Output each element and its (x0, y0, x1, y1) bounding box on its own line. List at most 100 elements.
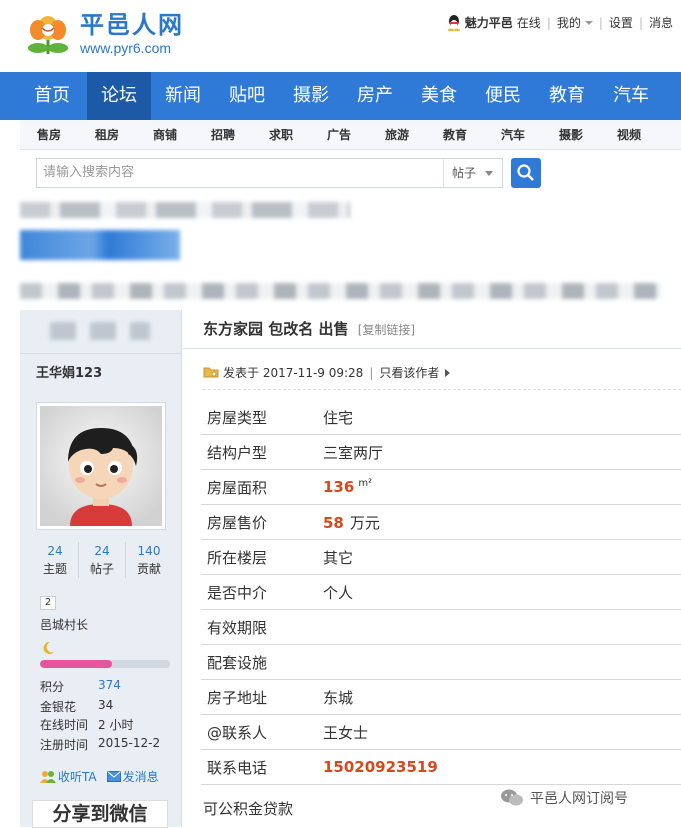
subnav-item-education[interactable]: 教育 (426, 126, 484, 143)
info-row-honeysuckle: 金银花 34 (40, 698, 113, 715)
table-row: 房屋售价 58 万元 (201, 505, 681, 540)
settings-link[interactable]: 设置 (609, 14, 633, 31)
envelope-icon (106, 771, 121, 782)
chevron-down-icon (485, 171, 493, 176)
area-number: 136 (323, 478, 355, 496)
nav-item-food[interactable]: 美食 (407, 72, 471, 120)
send-message-label: 发消息 (122, 770, 159, 784)
table-row: 是否中介 个人 (201, 575, 681, 610)
nav-item-news[interactable]: 新闻 (151, 72, 215, 120)
stat-contribution[interactable]: 140 贡献 (126, 542, 172, 578)
follow-label: 收听TA (58, 770, 97, 784)
nav-item-photo[interactable]: 摄影 (279, 72, 343, 120)
info-points-value[interactable]: 374 (98, 678, 121, 695)
row-value: 东城 (323, 688, 354, 707)
level-progress-fill (40, 660, 112, 668)
row-label: 结构户型 (207, 443, 268, 462)
subnav-item-jobseek[interactable]: 求职 (252, 126, 310, 143)
nav-item-realestate[interactable]: 房产 (343, 72, 407, 120)
copy-link-button[interactable]: [复制链接] (358, 323, 415, 337)
info-register-date-label: 注册时间 (40, 738, 89, 752)
table-row: 配套设施 (201, 645, 681, 680)
info-row-online-time: 在线时间 2 小时 (40, 716, 133, 733)
wechat-watermark: 平邑人网订阅号 (500, 788, 628, 808)
search-scope-label: 帖子 (452, 166, 477, 180)
row-value-phone[interactable]: 15020923519 (323, 758, 681, 776)
nav-item-auto[interactable]: 汽车 (599, 72, 663, 120)
subnav-item-video[interactable]: 视频 (600, 126, 658, 143)
subnav-item-photo[interactable]: 摄影 (542, 126, 600, 143)
listing-details-table: 房屋类型 住宅 结构户型 三室两厅 房屋面积 136 m² 房屋售价 58 万元 所… (201, 400, 681, 785)
area-unit: m² (358, 478, 373, 489)
row-value: 其它 (323, 548, 354, 567)
row-label: 有效期限 (207, 618, 268, 637)
author-avatar[interactable] (36, 402, 166, 530)
blurred-banner (20, 230, 180, 260)
row-label: 房屋面积 (207, 478, 268, 497)
mine-menu[interactable]: 我的 (557, 14, 581, 31)
stat-topics[interactable]: 24 主题 (32, 542, 79, 578)
row-label: 房屋类型 (207, 408, 268, 427)
price-number: 58 (323, 513, 344, 532)
search-scope-select[interactable]: 帖子 (443, 158, 503, 188)
info-row-register-date: 注册时间 2015-12-2 (40, 736, 160, 753)
subnav-item-travel[interactable]: 旅游 (368, 126, 426, 143)
info-online-time-value: 2 小时 (98, 718, 134, 732)
author-only-link[interactable]: 只看该作者 (379, 364, 439, 381)
follow-button[interactable]: 收听TA (40, 768, 97, 785)
subnav-item-shops[interactable]: 商铺 (136, 126, 194, 143)
row-value-price: 58 万元 (323, 512, 681, 533)
stat-posts[interactable]: 24 帖子 (79, 542, 126, 578)
post-title-wrap: 东方家园 包改名 出售 [复制链接] (203, 318, 415, 339)
nav-item-services[interactable]: 便民 (471, 72, 535, 120)
online-status: 在线 (516, 16, 541, 30)
row-label: 是否中介 (207, 583, 268, 602)
logo-url: www.pyr6.com (80, 40, 172, 56)
post-note: 可公积金贷款 (203, 800, 294, 818)
row-value-area: 136 m² (323, 478, 681, 496)
user-rank: 邑城村长 (40, 618, 89, 632)
main-nav: 首页 论坛 新闻 贴吧 摄影 房产 美食 便民 教育 汽车 (0, 72, 681, 120)
top-user-link[interactable]: 魅力平邑 (465, 14, 513, 31)
info-online-time-label: 在线时间 (40, 718, 89, 732)
search-button[interactable] (511, 158, 541, 188)
subnav-item-rent[interactable]: 租房 (78, 126, 136, 143)
row-label: 联系电话 (207, 758, 268, 777)
row-value: 王女士 (323, 723, 369, 742)
author-username[interactable]: 王华娟123 (36, 362, 102, 381)
nav-item-home[interactable]: 首页 (0, 72, 87, 120)
nav-item-forum[interactable]: 论坛 (87, 72, 151, 120)
row-value: 个人 (323, 583, 354, 602)
qq-penguin-icon (447, 14, 461, 31)
logo-name: 平邑人网 (80, 11, 184, 39)
nav-item-tieba[interactable]: 贴吧 (215, 72, 279, 120)
post-meta: 发表于 2017-11-9 09:28 | 只看该作者 (203, 364, 451, 381)
table-row: 有效期限 (201, 610, 681, 645)
share-to-wechat-button[interactable]: 分享到微信 (32, 800, 168, 828)
post-title: 东方家园 包改名 出售 (203, 320, 349, 338)
subnav-item-auto[interactable]: 汽车 (484, 126, 542, 143)
post-time: 发表于 2017-11-9 09:28 (223, 366, 364, 380)
price-unit: 万元 (349, 513, 380, 532)
divider (183, 348, 681, 349)
site-logo[interactable]: 平邑人网 www.pyr6.com (20, 10, 184, 58)
stat-topics-label: 主题 (42, 562, 67, 576)
nav-item-education[interactable]: 教育 (535, 72, 599, 120)
table-row: 房屋类型 住宅 (201, 400, 681, 435)
sidebar-header (20, 310, 181, 354)
subnav-item-sale[interactable]: 售房 (20, 126, 78, 143)
messages-link[interactable]: 消息 (649, 14, 673, 31)
row-label: 房屋售价 (207, 513, 268, 532)
follow-users-icon (40, 770, 56, 783)
moon-icon (40, 640, 56, 656)
row-label: @联系人 (207, 723, 268, 742)
subnav-item-hiring[interactable]: 招聘 (194, 126, 252, 143)
info-points-label: 积分 (40, 680, 65, 694)
stat-posts-label: 帖子 (89, 562, 114, 576)
send-message-button[interactable]: 发消息 (106, 768, 159, 785)
subnav-item-ads[interactable]: 广告 (310, 126, 368, 143)
search-input[interactable]: 请输入搜索内容 (36, 158, 444, 188)
table-row: 所在楼层 其它 (201, 540, 681, 575)
info-honeysuckle-label: 金银花 (40, 700, 77, 714)
table-row: 结构户型 三室两厅 (201, 435, 681, 470)
